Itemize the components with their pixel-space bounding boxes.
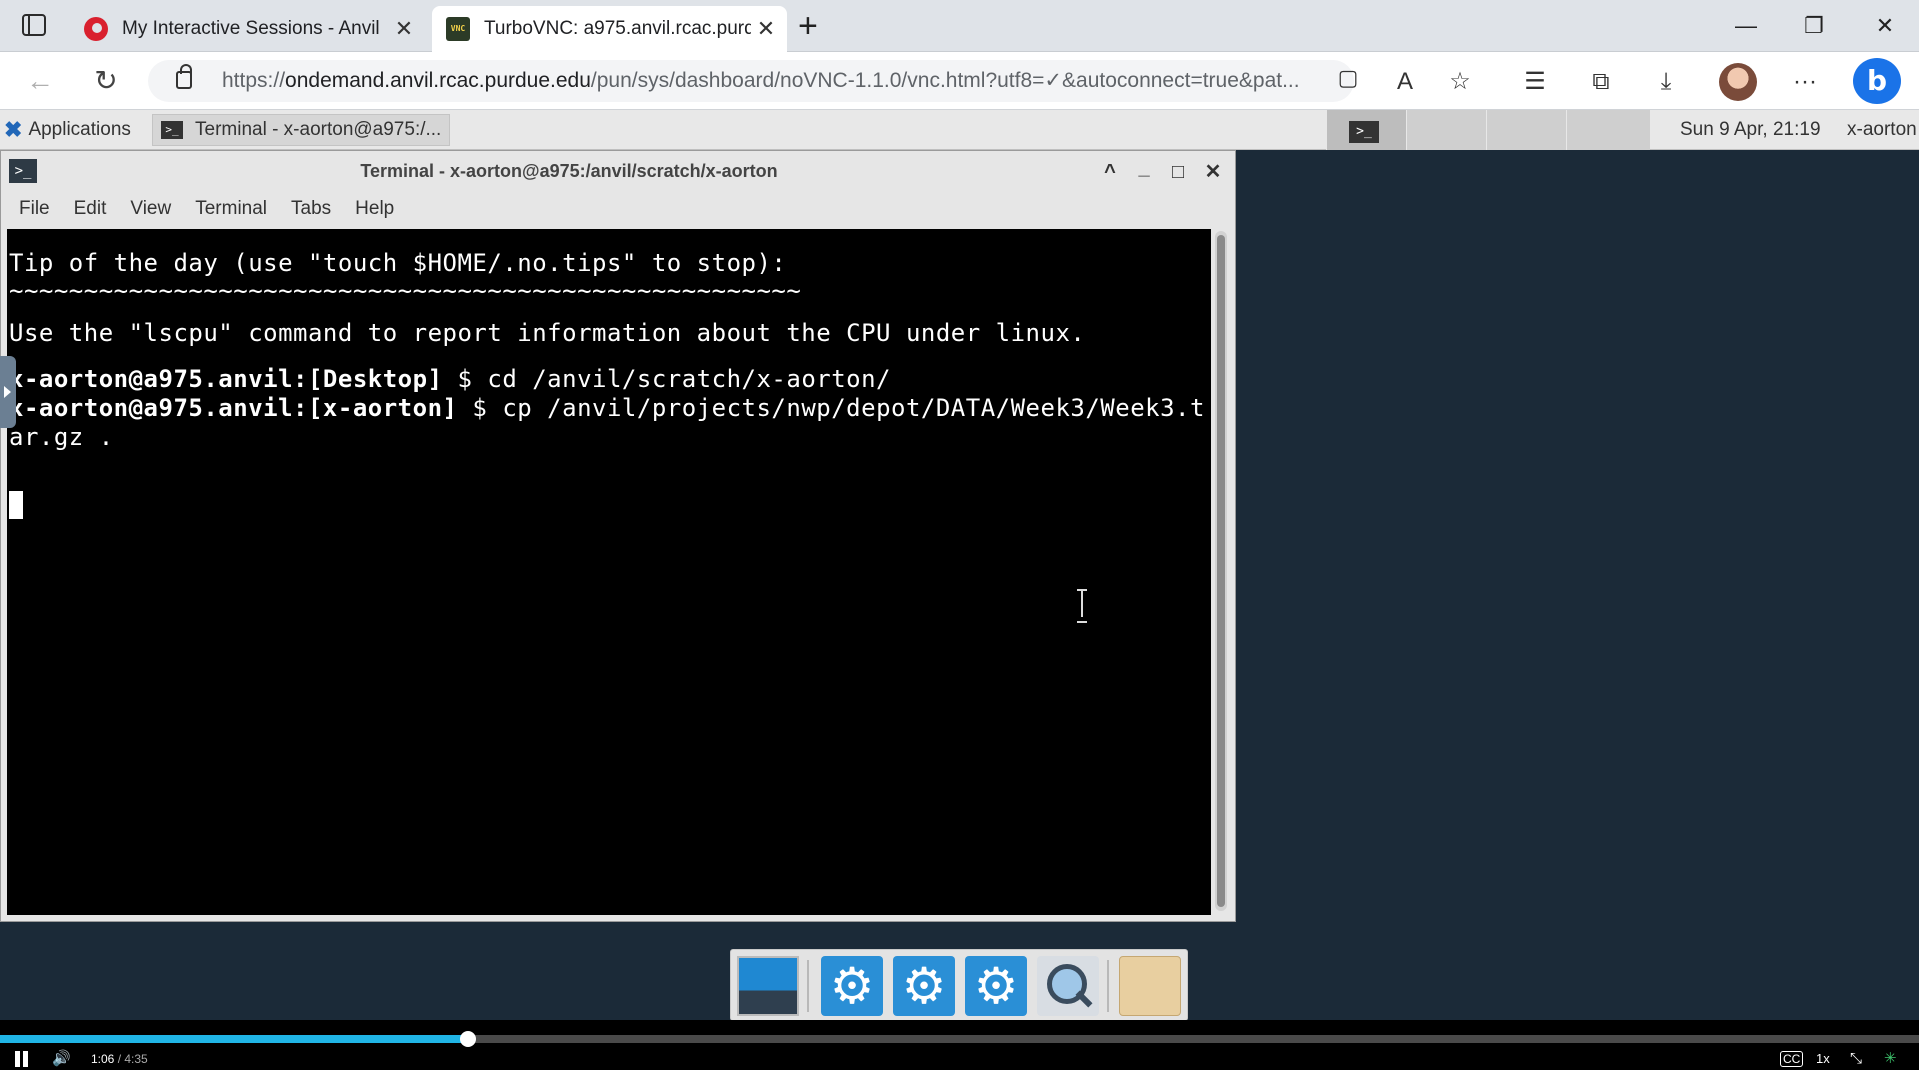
close-tab-icon[interactable]: ✕: [389, 16, 419, 42]
screen-root: My Interactive Sessions - Anvil ✕ VNC Tu…: [0, 0, 1919, 1070]
menu-view[interactable]: View: [130, 198, 171, 220]
video-scrubber-handle[interactable]: [460, 1031, 477, 1047]
favorites-icon[interactable]: ☰: [1517, 64, 1553, 100]
clipboard-icon[interactable]: ▢: [1330, 60, 1366, 96]
duration: / 4:35: [117, 1052, 148, 1066]
tab-title: TurboVNC: a975.anvil.rcac.purdue: [484, 18, 751, 39]
minimize-window-button[interactable]: —: [1718, 6, 1774, 46]
video-progress-fill: [0, 1035, 469, 1043]
menu-edit[interactable]: Edit: [74, 198, 107, 220]
pause-icon[interactable]: [14, 1051, 30, 1067]
workspace-4[interactable]: [1566, 110, 1650, 150]
settings-icon[interactable]: ⚙: [893, 956, 955, 1016]
tab-turbovnc[interactable]: VNC TurboVNC: a975.anvil.rcac.purdue ✕: [432, 6, 787, 52]
terminal-line: Use the "lscpu" command to report inform…: [9, 319, 1086, 347]
address-bar[interactable]: https://ondemand.anvil.rcac.purdue.edu/p…: [148, 60, 1354, 102]
reload-button[interactable]: ↻: [86, 61, 126, 101]
volume-icon[interactable]: 🔊: [52, 1048, 71, 1070]
vnc-icon: VNC: [446, 17, 470, 41]
minimize-terminal-button[interactable]: _: [1131, 155, 1157, 181]
panel-clock[interactable]: Sun 9 Apr, 21:19: [1680, 110, 1821, 150]
url-scheme: https://: [222, 69, 286, 92]
desktop-dock: ⚙ ⚙ ⚙: [730, 949, 1188, 1021]
terminal-scrollbar[interactable]: [1215, 231, 1227, 911]
shade-window-button[interactable]: ^: [1097, 159, 1123, 185]
workspace-2[interactable]: [1406, 110, 1486, 150]
tab-actions-icon[interactable]: [22, 14, 46, 36]
terminal-line: Tip of the day (use "touch $HOME/.no.tip…: [9, 249, 787, 277]
novnc-sidebar-handle[interactable]: [0, 356, 16, 428]
close-terminal-button[interactable]: ✕: [1200, 159, 1226, 185]
terminal-title: Terminal - x-aorton@a975:/anvil/scratch/…: [360, 161, 778, 181]
applications-menu-button[interactable]: ✖ Applications: [4, 116, 131, 144]
terminal-screen[interactable]: Tip of the day (use "touch $HOME/.no.tip…: [7, 229, 1211, 915]
anvil-logo-icon: [84, 17, 108, 41]
current-time: 1:06: [91, 1052, 115, 1066]
loading-spinner-icon: ✳: [1884, 1050, 1897, 1067]
taskbar-terminal-button[interactable]: >_ Terminal - x-aorton@a975:/...: [152, 114, 450, 146]
more-menu-icon[interactable]: ···: [1787, 64, 1823, 100]
tab-my-interactive-sessions[interactable]: My Interactive Sessions - Anvil ✕: [70, 6, 425, 52]
close-tab-icon[interactable]: ✕: [751, 16, 781, 42]
menu-terminal[interactable]: Terminal: [195, 198, 267, 220]
taskbar-item-label: Terminal - x-aorton@a975:/...: [195, 119, 442, 140]
video-controls: 🔊 1:06 / 4:35 CC 1x ⤡ ✳: [0, 1020, 1919, 1070]
terminal-window: >_ Terminal - x-aorton@a975:/anvil/scrat…: [0, 150, 1236, 922]
bing-chat-icon[interactable]: b: [1853, 58, 1901, 104]
terminal-icon: >_: [1349, 121, 1379, 143]
text-cursor: [9, 491, 23, 519]
desktop-icon[interactable]: [737, 956, 799, 1016]
applications-label: Applications: [28, 119, 131, 140]
new-tab-button[interactable]: +: [798, 8, 818, 44]
restore-window-button[interactable]: ❐: [1786, 6, 1842, 46]
menu-tabs[interactable]: Tabs: [291, 198, 331, 220]
dock-separator: [807, 960, 809, 1012]
back-button[interactable]: ←: [20, 61, 60, 101]
folder-icon[interactable]: [1119, 956, 1181, 1016]
settings-icon[interactable]: ⚙: [821, 956, 883, 1016]
captions-icon[interactable]: CC: [1780, 1051, 1804, 1067]
menu-help[interactable]: Help: [355, 198, 394, 220]
terminal-menubar: File Edit View Terminal Tabs Help: [1, 191, 1235, 227]
url-path: /pun/sys/dashboard/noVNC-1.1.0/vnc.html?…: [590, 69, 1300, 92]
terminal-line: ar.gz .: [9, 423, 114, 451]
terminal-line: ~~~~~~~~~~~~~~~~~~~~~~~~~~~~~~~~~~~~~~~~…: [9, 277, 802, 305]
tab-title: My Interactive Sessions - Anvil: [122, 18, 380, 39]
maximize-terminal-button[interactable]: □: [1165, 159, 1191, 185]
downloads-icon[interactable]: ⤓: [1648, 64, 1684, 100]
search-icon[interactable]: [1037, 956, 1099, 1016]
browser-toolbar: ← ↻ https://ondemand.anvil.rcac.purdue.e…: [0, 52, 1919, 110]
ibeam-pointer-icon: [1077, 589, 1087, 623]
desktop-top-panel: ✖ Applications >_ Terminal - x-aorton@a9…: [0, 110, 1919, 150]
url-host: ondemand.anvil.rcac.purdue.edu: [285, 69, 591, 92]
url-text[interactable]: https://ondemand.anvil.rcac.purdue.edu/p…: [222, 60, 1342, 102]
collections-icon[interactable]: ⧉: [1583, 64, 1619, 100]
terminal-line: x-aorton@a975.anvil:[Desktop] $ cd /anvi…: [9, 365, 892, 393]
exit-fullscreen-icon[interactable]: ⤡: [1850, 1048, 1862, 1070]
video-time: 1:06 / 4:35: [91, 1048, 148, 1070]
lock-icon[interactable]: [176, 64, 192, 89]
browser-tab-strip: My Interactive Sessions - Anvil ✕ VNC Tu…: [0, 0, 1919, 52]
profile-avatar[interactable]: [1719, 63, 1757, 101]
terminal-line: x-aorton@a975.anvil:[x-aorton] $ cp /anv…: [9, 394, 1205, 422]
dock-separator: [1107, 960, 1109, 1012]
panel-user[interactable]: x-aorton: [1847, 110, 1917, 150]
terminal-titlebar[interactable]: >_ Terminal - x-aorton@a975:/anvil/scrat…: [1, 151, 1235, 191]
video-progress-track[interactable]: [0, 1031, 1919, 1047]
add-favorite-icon[interactable]: ☆: [1442, 64, 1478, 100]
workspace-1[interactable]: >_: [1326, 110, 1406, 150]
playback-speed[interactable]: 1x: [1816, 1048, 1830, 1070]
terminal-icon: >_: [161, 121, 183, 139]
workspace-3[interactable]: [1486, 110, 1566, 150]
close-window-button[interactable]: ✕: [1857, 6, 1913, 46]
menu-file[interactable]: File: [19, 198, 50, 220]
xfce-logo-icon: ✖: [4, 117, 23, 142]
read-aloud-icon[interactable]: A: [1387, 64, 1423, 100]
settings-icon[interactable]: ⚙: [965, 956, 1027, 1016]
